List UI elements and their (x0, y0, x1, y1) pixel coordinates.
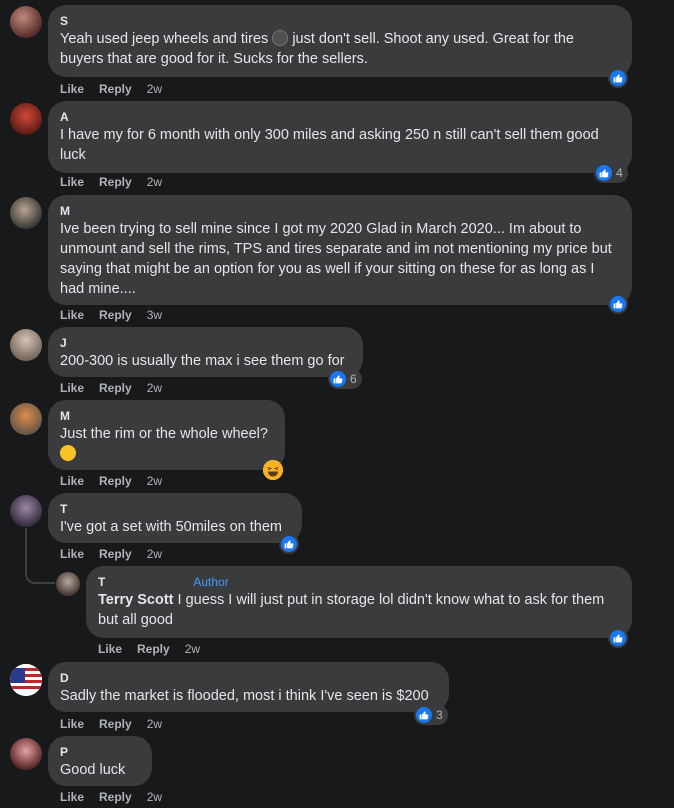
like-icon (280, 535, 298, 553)
avatar[interactable] (10, 103, 42, 135)
timestamp[interactable]: 2w (147, 546, 162, 562)
comment-bubble: D Sadly the market is flooded, most i th… (48, 662, 449, 712)
comment-text: Good luck (60, 762, 126, 778)
comment-author[interactable]: A (60, 109, 620, 125)
comment-text: Just the rim or the whole wheel? (60, 426, 268, 442)
reaction-summary[interactable] (608, 294, 628, 314)
comment-actions: Like Reply 2w (60, 380, 162, 396)
rolling-laugh-emoji (60, 444, 273, 464)
comment-author[interactable]: S (60, 13, 620, 29)
us-flag-icon (10, 664, 42, 696)
reaction-count: 3 (436, 708, 443, 722)
reply-thread-line (25, 528, 55, 584)
reply-button[interactable]: Reply (99, 546, 132, 562)
like-icon (329, 370, 347, 388)
reaction-count: 6 (350, 372, 357, 386)
comment-actions: Like Reply 2w (60, 716, 162, 732)
comment-text: I have my for 6 month with only 300 mile… (60, 127, 599, 163)
timestamp[interactable]: 2w (147, 81, 162, 97)
reply-button[interactable]: Reply (99, 307, 132, 323)
like-icon (609, 69, 627, 87)
like-button[interactable]: Like (60, 473, 84, 489)
comment-bubble: S Yeah used jeep wheels and tires just d… (48, 5, 632, 77)
like-button[interactable]: Like (60, 174, 84, 190)
comment-actions: Like Reply 2w (60, 174, 162, 190)
reply-button[interactable]: Reply (137, 641, 170, 657)
comment-author[interactable]: T (60, 501, 290, 517)
avatar[interactable] (10, 664, 42, 696)
author-badge: Author (193, 575, 229, 589)
avatar[interactable] (10, 197, 42, 229)
comment-bubble: M Just the rim or the whole wheel? (48, 400, 285, 470)
reaction-summary[interactable] (608, 628, 628, 648)
like-button[interactable]: Like (60, 716, 84, 732)
reply-button[interactable]: Reply (99, 81, 132, 97)
comment-text: 200-300 is usually the max i see them go… (60, 353, 345, 369)
avatar[interactable] (10, 329, 42, 361)
reply-button[interactable]: Reply (99, 789, 132, 805)
sticker-icon (272, 30, 289, 46)
mentioned-name[interactable]: Terry Scott (98, 592, 173, 608)
comment-actions: Like Reply 2w (60, 546, 162, 562)
comment-bubble: T Author Terry Scott I guess I will just … (86, 566, 632, 638)
comment-actions: Like Reply 2w (60, 81, 162, 97)
like-icon (595, 164, 613, 182)
like-button[interactable]: Like (60, 380, 84, 396)
comment-author[interactable]: T (98, 575, 105, 589)
comment-text: I've got a set with 50miles on them (60, 519, 282, 535)
like-button[interactable]: Like (98, 641, 122, 657)
comment-actions: Like Reply 2w (60, 789, 162, 805)
avatar[interactable] (10, 738, 42, 770)
comment-actions: Like Reply 2w (98, 641, 200, 657)
comment-author[interactable]: M (60, 203, 620, 219)
reply-button[interactable]: Reply (99, 380, 132, 396)
timestamp[interactable]: 2w (147, 716, 162, 732)
avatar[interactable] (10, 495, 42, 527)
avatar[interactable] (10, 6, 42, 38)
timestamp[interactable]: 2w (185, 641, 200, 657)
timestamp[interactable]: 2w (147, 473, 162, 489)
reaction-summary[interactable] (262, 460, 284, 480)
comment-actions: Like Reply 3w (60, 307, 162, 323)
reply-button[interactable]: Reply (99, 716, 132, 732)
comment-author[interactable]: D (60, 670, 437, 686)
like-icon (609, 295, 627, 313)
comment-bubble: M Ive been trying to sell mine since I g… (48, 195, 632, 305)
timestamp[interactable]: 3w (147, 307, 162, 323)
like-icon (609, 629, 627, 647)
reaction-summary[interactable]: 3 (414, 705, 448, 725)
reaction-summary[interactable] (279, 534, 299, 554)
reaction-summary[interactable]: 6 (328, 369, 362, 389)
reaction-count: 4 (616, 166, 623, 180)
timestamp[interactable]: 2w (147, 789, 162, 805)
timestamp[interactable]: 2w (147, 380, 162, 396)
reaction-summary[interactable] (608, 68, 628, 88)
comment-text: Terry Scott I guess I will just put in s… (98, 592, 605, 628)
comment-bubble: T I've got a set with 50miles on them (48, 493, 302, 543)
reaction-summary[interactable]: 4 (594, 163, 628, 183)
like-button[interactable]: Like (60, 307, 84, 323)
reply-button[interactable]: Reply (99, 174, 132, 190)
comment-text: Ive been trying to sell mine since I got… (60, 221, 612, 297)
avatar[interactable] (56, 572, 80, 596)
comment-author[interactable]: J (60, 335, 351, 351)
haha-icon (263, 460, 283, 480)
like-button[interactable]: Like (60, 789, 84, 805)
timestamp[interactable]: 2w (147, 174, 162, 190)
comment-text: Sadly the market is flooded, most i thin… (60, 688, 429, 704)
comment-author[interactable]: M (60, 408, 273, 424)
comment-author-row: T Author (98, 574, 620, 590)
reply-button[interactable]: Reply (99, 473, 132, 489)
comment-bubble: J 200-300 is usually the max i see them … (48, 327, 363, 377)
comment-bubble: A I have my for 6 month with only 300 mi… (48, 101, 632, 173)
comment-bubble: P Good luck (48, 736, 152, 786)
comment-author[interactable]: P (60, 744, 140, 760)
like-button[interactable]: Like (60, 81, 84, 97)
comment-actions: Like Reply 2w (60, 473, 162, 489)
avatar[interactable] (10, 403, 42, 435)
like-icon (415, 706, 433, 724)
comment-text: Yeah used jeep wheels and tires just don… (60, 30, 574, 67)
like-button[interactable]: Like (60, 546, 84, 562)
